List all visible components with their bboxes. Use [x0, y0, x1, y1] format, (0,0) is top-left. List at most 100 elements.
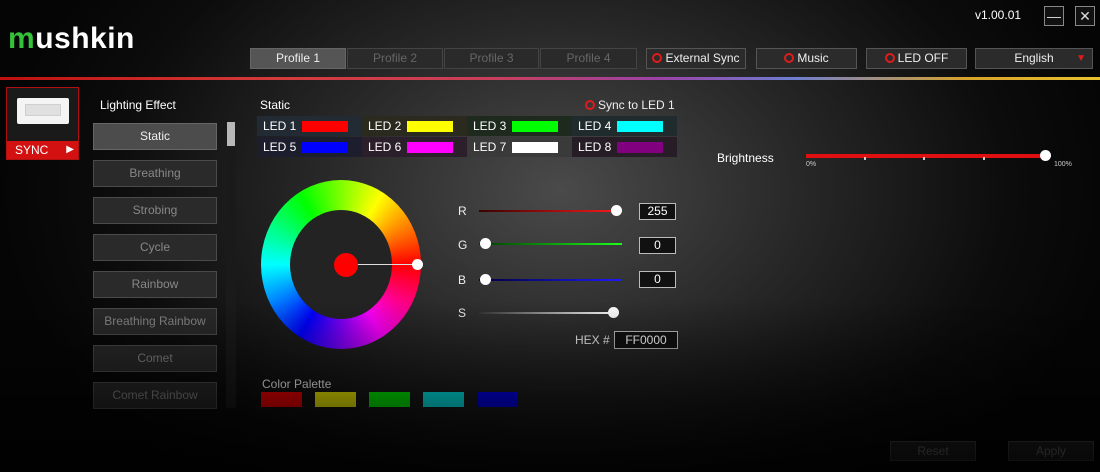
dropdown-arrow-icon: ▼ [1076, 53, 1086, 64]
app-window: mushkin v1.00.01 — ✕ Profile 1 Profile 2… [0, 0, 1100, 472]
tab-profile-1[interactable]: Profile 1 [250, 48, 346, 69]
tab-profile-3[interactable]: Profile 3 [444, 48, 539, 69]
hex-label: HEX # [575, 333, 610, 347]
color-palette-title: Color Palette [262, 377, 332, 391]
s-slider-track[interactable] [479, 312, 614, 314]
palette-swatch-yellow[interactable] [315, 392, 356, 407]
mushkin-logo: mushkin [8, 22, 135, 56]
radio-ring-icon [884, 53, 895, 63]
led-swatch [512, 121, 558, 132]
led-label: LED 1 [263, 119, 297, 133]
reset-button[interactable]: Reset [890, 441, 976, 461]
palette-swatch-green[interactable] [369, 392, 410, 407]
b-label: B [458, 273, 467, 287]
b-value-input[interactable]: 0 [639, 271, 676, 288]
apply-button[interactable]: Apply [1008, 441, 1094, 461]
close-button[interactable]: ✕ [1075, 6, 1095, 26]
led-off-button[interactable]: LED OFF [866, 48, 967, 69]
scrollbar-thumb[interactable] [227, 122, 235, 146]
led-label: LED 2 [368, 119, 402, 133]
version-label: v1.00.01 [975, 8, 1022, 22]
led-off-label: LED OFF [897, 51, 949, 65]
led-swatch [302, 142, 348, 153]
led-5[interactable]: LED 5 [257, 137, 362, 157]
effect-comet-rainbow[interactable]: Comet Rainbow [93, 382, 217, 409]
effect-comet[interactable]: Comet [93, 345, 217, 372]
tab-profile-2[interactable]: Profile 2 [347, 48, 443, 69]
current-color-preview [334, 253, 358, 277]
logo-mark: m [8, 22, 36, 55]
g-value-input[interactable]: 0 [639, 237, 676, 254]
effects-scrollbar[interactable] [226, 122, 236, 408]
r-slider-track[interactable] [479, 210, 622, 212]
led-4[interactable]: LED 4 [572, 116, 677, 136]
led-swatch [407, 142, 453, 153]
effect-rainbow[interactable]: Rainbow [93, 271, 217, 298]
language-value: English [1014, 51, 1054, 65]
r-slider-handle[interactable] [611, 205, 622, 216]
s-label: S [458, 306, 467, 320]
led-label: LED 8 [578, 140, 612, 154]
external-sync-button[interactable]: External Sync [646, 48, 746, 69]
brightness-slider-handle[interactable] [1040, 150, 1051, 161]
palette-swatch-red[interactable] [261, 392, 302, 407]
g-label: G [458, 238, 468, 252]
s-slider-handle[interactable] [608, 307, 619, 318]
led-label: LED 4 [578, 119, 612, 133]
led-swatch [302, 121, 348, 132]
radio-ring-icon [784, 53, 795, 63]
g-slider-track[interactable] [479, 243, 622, 245]
brightness-tick [923, 157, 925, 160]
hex-input[interactable]: FF0000 [614, 331, 678, 349]
r-label: R [458, 204, 467, 218]
device-tile[interactable]: SYNC ▶ [6, 87, 79, 160]
led-1[interactable]: LED 1 [257, 116, 362, 136]
led-7[interactable]: LED 7 [467, 137, 572, 157]
music-button[interactable]: Music [756, 48, 857, 69]
r-value-input[interactable]: 255 [639, 203, 676, 220]
g-slider-handle[interactable] [480, 238, 491, 249]
effect-cycle[interactable]: Cycle [93, 234, 217, 261]
sync-to-led-option[interactable]: Sync to LED 1 [585, 98, 675, 112]
radio-ring-icon [585, 100, 595, 110]
led-6[interactable]: LED 6 [362, 137, 467, 157]
static-title: Static [260, 98, 291, 112]
effect-static[interactable]: Static [93, 123, 217, 150]
led-swatch [512, 142, 558, 153]
logo-text: ushkin [35, 22, 135, 55]
color-wheel-handle[interactable] [412, 259, 423, 270]
play-arrow-icon: ▶ [66, 144, 74, 155]
effect-breathing[interactable]: Breathing [93, 160, 217, 187]
led-swatch [407, 121, 453, 132]
brightness-max-label: 100% [1054, 161, 1072, 168]
led-label: LED 6 [368, 140, 402, 154]
radio-ring-icon [652, 53, 663, 63]
b-slider-track[interactable] [479, 279, 622, 281]
led-swatch [617, 142, 663, 153]
sync-to-led-label: Sync to LED 1 [598, 98, 675, 112]
sync-button[interactable]: SYNC ▶ [7, 141, 78, 159]
led-label: LED 5 [263, 140, 297, 154]
header-divider [0, 77, 1100, 80]
led-swatch [617, 121, 663, 132]
sync-label: SYNC [15, 143, 49, 157]
led-2[interactable]: LED 2 [362, 116, 467, 136]
language-select[interactable]: English ▼ [975, 48, 1093, 69]
brightness-min-label: 0% [806, 161, 817, 168]
palette-swatch-blue[interactable] [477, 392, 518, 407]
brightness-title: Brightness [717, 151, 774, 165]
b-slider-handle[interactable] [480, 274, 491, 285]
minimize-button[interactable]: — [1044, 6, 1064, 26]
led-8[interactable]: LED 8 [572, 137, 677, 157]
led-label: LED 3 [473, 119, 507, 133]
brightness-tick [983, 157, 985, 160]
effect-strobing[interactable]: Strobing [93, 197, 217, 224]
led-label: LED 7 [473, 140, 507, 154]
lighting-effect-title: Lighting Effect [100, 98, 176, 112]
memory-module-heatspreader [25, 104, 61, 116]
led-3[interactable]: LED 3 [467, 116, 572, 136]
brightness-slider-track[interactable] [806, 154, 1046, 158]
effect-breathing-rainbow[interactable]: Breathing Rainbow [93, 308, 217, 335]
tab-profile-4[interactable]: Profile 4 [540, 48, 637, 69]
palette-swatch-cyan[interactable] [423, 392, 464, 407]
